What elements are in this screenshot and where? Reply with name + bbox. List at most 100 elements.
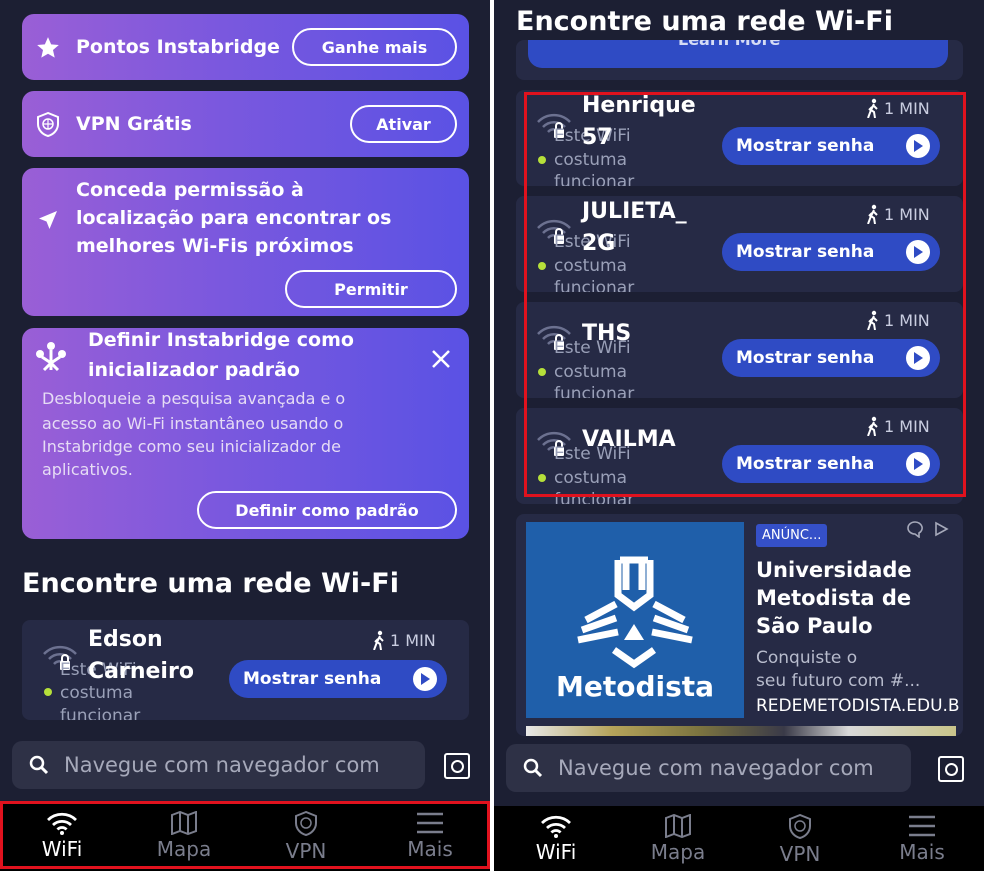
network-card-2[interactable]: Este WiFi THS costuma funcionar 1 MIN Mo… <box>516 302 963 398</box>
earn-more-button[interactable]: Ganhe mais <box>292 28 457 66</box>
network-sub-3: funcionar <box>60 706 141 720</box>
show-password-button[interactable]: Mostrar senha <box>722 233 940 271</box>
ad-logo: Metodista <box>526 522 744 718</box>
network-sub-3: funcionar <box>554 278 635 292</box>
left-screen: Pontos Instabridge Ganhe mais VPN Grátis… <box>0 0 490 871</box>
nav-wifi[interactable]: WiFi <box>12 803 112 871</box>
nav-more[interactable]: Mais <box>872 806 972 871</box>
nav-vpn[interactable]: VPN <box>256 803 356 871</box>
points-card: Pontos Instabridge Ganhe mais <box>22 14 469 80</box>
show-password-button[interactable]: Mostrar senha <box>722 339 940 377</box>
status-dot <box>44 688 52 696</box>
walk-time-text: 1 MIN <box>884 98 930 118</box>
walk-icon <box>867 98 878 118</box>
walk-time: 1 MIN <box>866 416 930 436</box>
network-sub-3: funcionar <box>554 490 635 504</box>
nav-more-label: Mais <box>899 840 945 864</box>
launcher-body-4: aplicativos. <box>42 460 133 479</box>
network-card-0[interactable]: Este WiFi Henrique 57 costuma funcionar … <box>516 90 963 186</box>
nav-more-label: Mais <box>407 837 453 861</box>
ad-card[interactable]: Metodista ANÚNC... Universidade Metodist… <box>516 514 963 736</box>
ad-title-3: São Paulo <box>756 614 873 638</box>
show-password-label: Mostrar senha <box>736 136 875 156</box>
location-arrow-icon <box>34 206 62 234</box>
nav-more[interactable]: Mais <box>380 803 480 871</box>
network-sub-2: costuma <box>554 468 628 488</box>
nav-vpn[interactable]: VPN <box>750 806 850 871</box>
search-bar[interactable]: Navegue com navegador com <box>506 744 911 792</box>
walk-icon <box>867 416 878 436</box>
camera-icon[interactable] <box>938 756 964 782</box>
map-icon <box>665 814 691 838</box>
nav-wifi[interactable]: WiFi <box>506 806 606 871</box>
walk-icon <box>867 310 878 330</box>
network-card-3[interactable]: Este WiFi VAILMA costuma funcionar 1 MIN… <box>516 408 963 504</box>
status-dot <box>538 262 546 270</box>
network-name-line-1: Henrique <box>582 93 696 118</box>
play-icon <box>906 452 930 476</box>
play-icon <box>413 667 437 691</box>
ad-logo-text: Metodista <box>555 670 715 703</box>
ad-title-1: Universidade <box>756 558 912 582</box>
walk-time: 1 MIN <box>372 630 436 650</box>
launcher-body-3: Instabridge como seu inicializador de <box>42 437 341 456</box>
bottom-nav: WiFi Mapa VPN Mais <box>0 803 490 871</box>
points-title: Pontos Instabridge <box>76 36 280 58</box>
network-sub-2: costuma <box>554 150 628 170</box>
vpn-shield-icon <box>295 811 317 837</box>
section-title-right: Encontre uma rede Wi-Fi <box>516 6 893 37</box>
camera-icon[interactable] <box>444 753 470 779</box>
ad-url[interactable]: REDEMETODISTA.EDU.BR <box>756 696 961 716</box>
nav-map[interactable]: Mapa <box>134 803 234 871</box>
walk-icon <box>373 630 384 650</box>
vpn-shield-icon <box>789 814 811 840</box>
walk-time-text: 1 MIN <box>884 310 930 330</box>
location-line-1: Conceda permissão à <box>76 179 304 201</box>
chat-icon[interactable] <box>904 518 926 540</box>
section-title: Encontre uma rede Wi-Fi <box>22 568 399 599</box>
ad-text-2: seu futuro com #... <box>756 671 921 691</box>
walk-time: 1 MIN <box>866 204 930 224</box>
ad-badge: ANÚNC... <box>756 524 828 547</box>
location-card: Conceda permissão à localização para enc… <box>22 168 469 316</box>
shield-icon <box>34 111 62 139</box>
wifi-icon <box>541 815 571 838</box>
network-name-line-1: JULIETA_ <box>582 199 687 224</box>
learn-more-button[interactable]: Learn More <box>528 40 948 68</box>
network-card-1[interactable]: Este WiFi JULIETA_ 2G costuma funcionar … <box>516 196 963 292</box>
show-password-label: Mostrar senha <box>736 454 875 474</box>
network-card-edson[interactable]: Edson Este WiFi Carneiro costuma funcion… <box>22 620 469 720</box>
allow-button[interactable]: Permitir <box>285 270 457 308</box>
nav-map[interactable]: Mapa <box>628 806 728 871</box>
show-password-button[interactable]: Mostrar senha <box>722 127 940 165</box>
ad-choices-icon[interactable] <box>930 518 952 540</box>
activate-button[interactable]: Ativar <box>350 105 457 143</box>
show-password-label: Mostrar senha <box>736 348 875 368</box>
close-icon[interactable] <box>428 346 454 372</box>
walk-time: 1 MIN <box>866 310 930 330</box>
show-password-label: Mostrar senha <box>243 669 382 689</box>
partial-card: Learn More <box>516 40 963 80</box>
walk-icon <box>867 204 878 224</box>
ad-title-2: Metodista de <box>756 586 912 610</box>
right-screen: Encontre uma rede Wi-Fi Learn More Este … <box>494 0 984 871</box>
search-bar[interactable]: Navegue com navegador com <box>12 741 425 789</box>
play-icon <box>906 134 930 158</box>
search-icon <box>28 754 50 776</box>
show-password-button[interactable]: Mostrar senha <box>722 445 940 483</box>
ad-text-1: Conquiste o <box>756 648 858 668</box>
launcher-title-2: inicializador padrão <box>88 359 300 381</box>
play-icon <box>906 240 930 264</box>
bottom-nav: WiFi Mapa VPN Mais <box>494 806 984 871</box>
launcher-body-1: Desbloqueie a pesquisa avançada e o <box>42 389 346 408</box>
search-placeholder: Navegue com navegador com <box>64 753 380 777</box>
location-line-3: melhores Wi-Fis próximos <box>76 235 354 257</box>
show-password-button[interactable]: Mostrar senha <box>229 660 447 698</box>
menu-icon <box>909 815 935 837</box>
network-name-line-1: THS <box>582 321 632 346</box>
nav-wifi-label: WiFi <box>41 837 83 861</box>
learn-more-label: Learn More <box>678 40 780 49</box>
launcher-icon <box>34 340 68 374</box>
walk-time-text: 1 MIN <box>884 204 930 224</box>
set-default-button[interactable]: Definir como padrão <box>197 491 457 529</box>
